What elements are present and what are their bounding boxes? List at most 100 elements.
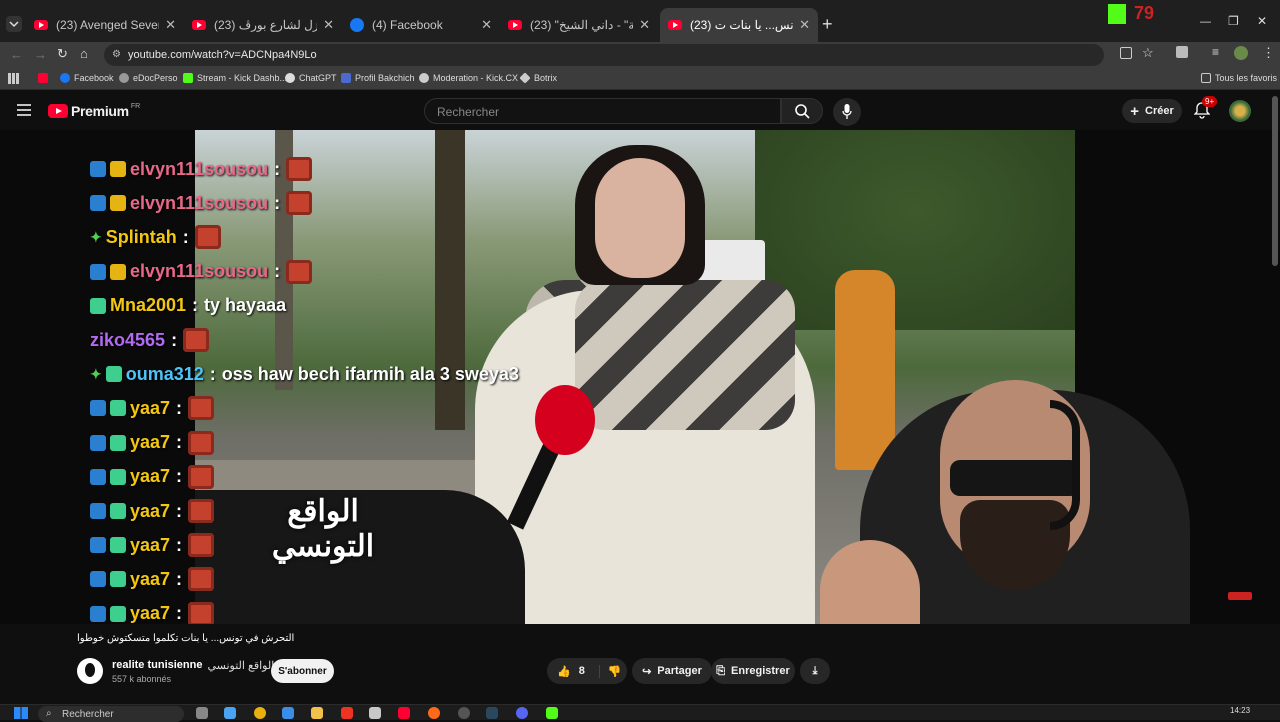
tab-3[interactable]: (23) "أغنية البداية" - داني الشيخ ✕ — [500, 12, 658, 38]
save-button[interactable]: ⎘ Enregistrer — [711, 658, 795, 684]
share-button[interactable]: ↪ Partager — [632, 658, 712, 684]
facebook-icon — [60, 73, 70, 83]
hamburger-menu-icon[interactable] — [17, 104, 31, 116]
tab-title: (23) قيس سعيد ينزل لشارع بورڤ — [214, 18, 318, 32]
page-scrollbar[interactable] — [1272, 96, 1278, 266]
back-icon[interactable]: ← — [10, 47, 23, 62]
channel-name-latin: realite tunisienne — [112, 659, 203, 671]
chat-username: Splintah — [105, 226, 177, 247]
search-icon: ⌕ — [46, 708, 52, 719]
search-button[interactable] — [781, 98, 823, 124]
bookmark-1[interactable]: eDocPerso — [119, 73, 178, 83]
new-tab-button[interactable]: + — [822, 14, 833, 35]
window-close-button[interactable]: ✕ — [1257, 14, 1267, 28]
store-icon[interactable] — [282, 707, 294, 719]
site-info-icon[interactable]: ⚙ — [112, 49, 121, 60]
thumbs-up-icon[interactable]: 👍 — [557, 665, 571, 678]
green-badge-icon — [110, 605, 126, 622]
close-icon[interactable]: ✕ — [165, 17, 176, 33]
chat-separator: : — [274, 158, 281, 179]
windows-start-icon[interactable] — [14, 707, 28, 719]
tab-0[interactable]: (23) Avenged Sevenfold - Hail ✕ — [26, 12, 184, 38]
bookmark-youtube[interactable] — [38, 73, 52, 83]
green-badge-icon — [110, 468, 126, 485]
bookmark-label: Botrix — [534, 73, 558, 83]
install-app-icon[interactable] — [1120, 47, 1132, 59]
chat-separator: : — [176, 568, 183, 589]
chat-separator: : — [274, 192, 281, 213]
kick-taskbar-icon[interactable] — [546, 707, 558, 719]
all-bookmarks[interactable]: Tous les favoris — [1201, 73, 1277, 83]
chat-message: yaa7: — [90, 530, 215, 560]
file-explorer-icon[interactable] — [311, 707, 323, 719]
kick-logo-icon — [1108, 3, 1126, 24]
download-button[interactable]: ⤓ — [800, 658, 830, 684]
forward-icon[interactable]: → — [34, 47, 47, 62]
task-view-icon[interactable] — [196, 707, 208, 719]
emote-icon — [188, 601, 215, 624]
close-icon[interactable]: ✕ — [639, 17, 650, 33]
globe-icon — [119, 73, 129, 83]
search-input[interactable]: Rechercher — [424, 98, 781, 124]
home-icon[interactable]: ⌂ — [80, 46, 88, 61]
app-icon[interactable] — [369, 707, 381, 719]
kick-overlay: 79 — [1108, 3, 1154, 24]
thumbs-down-icon[interactable]: 👎 — [598, 664, 622, 678]
close-icon[interactable]: ✕ — [481, 17, 492, 33]
youtube-taskbar-icon[interactable] — [398, 707, 410, 719]
subscribe-button[interactable]: S'abonner — [271, 659, 334, 683]
channel-avatar[interactable] — [77, 658, 103, 684]
extensions-icon[interactable] — [1176, 46, 1188, 58]
url-text: youtube.com/watch?v=ADCNpa4N9Lo — [128, 49, 317, 61]
app-dark-icon[interactable] — [458, 707, 470, 719]
stream-chat-overlay: elvyn111sousou: elvyn111sousou: ✦ Splintah:… — [0, 130, 620, 624]
bookmark-0[interactable]: Facebook — [60, 73, 114, 83]
chrome-icon[interactable] — [254, 707, 266, 719]
kick-icon — [183, 73, 193, 83]
tab-search-button[interactable] — [6, 16, 22, 32]
browser-tab-strip: (23) Avenged Sevenfold - Hail ✕ (23) قيس… — [0, 0, 1280, 42]
discord-icon[interactable] — [516, 707, 528, 719]
youtube-corner-logo — [1228, 592, 1252, 600]
voice-search-button[interactable] — [833, 98, 861, 126]
blue-badge-icon — [90, 400, 106, 417]
blue-badge-icon — [90, 195, 106, 212]
emote-icon — [194, 225, 221, 250]
tab-4-active[interactable]: (23) التحرش في تونس... يا بنات ت ✕ — [660, 8, 818, 42]
reload-icon[interactable]: ↻ — [57, 46, 68, 62]
address-bar[interactable]: ⚙ youtube.com/watch?v=ADCNpa4N9Lo — [104, 44, 1104, 66]
bookmark-5[interactable]: Moderation - Kick.CX — [419, 73, 518, 83]
media-control-icon[interactable]: ≡ — [1212, 45, 1219, 59]
close-icon[interactable]: ✕ — [799, 17, 810, 33]
profile-avatar[interactable] — [1234, 46, 1248, 60]
create-button[interactable]: + Créer — [1122, 99, 1182, 123]
tab-2[interactable]: (4) Facebook ✕ — [342, 12, 500, 38]
close-icon[interactable]: ✕ — [323, 17, 334, 33]
bookmark-6[interactable]: Botrix — [519, 72, 558, 84]
leaf-badge-icon: ✦ — [90, 366, 102, 383]
steam-icon[interactable] — [486, 707, 498, 719]
tab-1[interactable]: (23) قيس سعيد ينزل لشارع بورڤ ✕ — [184, 12, 342, 38]
copilot-icon[interactable] — [224, 707, 236, 719]
bookmark-2[interactable]: Stream - Kick Dashb... — [183, 73, 287, 83]
chat-message: elvyn111sousou: — [90, 154, 313, 184]
channel-name[interactable]: realite tunisienne الواقع التونسي ✔ — [112, 659, 288, 672]
app-orange-icon[interactable] — [428, 707, 440, 719]
menu-kebab-icon[interactable]: ⋮ — [1262, 45, 1275, 61]
netflix-icon[interactable] — [341, 707, 353, 719]
blue-badge-icon — [90, 468, 106, 485]
minimize-button[interactable]: — — [1200, 16, 1211, 28]
bookmark-label: Stream - Kick Dashb... — [197, 73, 288, 83]
notifications-button[interactable]: 9+ — [1194, 96, 1218, 119]
tab-title: (23) التحرش في تونس... يا بنات ت — [690, 18, 793, 32]
youtube-logo[interactable]: Premium FR — [48, 103, 140, 119]
bookmark-3[interactable]: ChatGPT — [285, 73, 337, 83]
apps-grid-icon[interactable] — [8, 73, 19, 84]
account-avatar[interactable] — [1229, 100, 1251, 122]
like-dislike-group: 👍 8 👎 — [547, 658, 627, 684]
bookmark-star-icon[interactable]: ☆ — [1142, 45, 1154, 61]
bookmark-4[interactable]: Profil Bakchich — [341, 73, 415, 83]
chat-username: ziko4565 — [90, 329, 166, 350]
chat-separator: : — [176, 397, 183, 418]
maximize-button[interactable]: ❐ — [1228, 14, 1239, 28]
